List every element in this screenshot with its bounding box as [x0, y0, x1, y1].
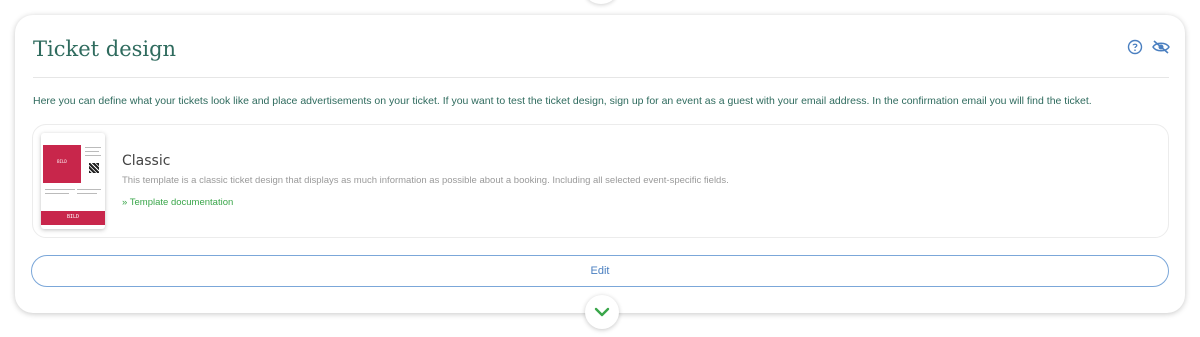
chevron-down-icon [594, 307, 610, 317]
template-card-classic[interactable]: BILD BILD Classic This template is a cla… [32, 124, 1169, 238]
expand-button[interactable] [585, 295, 619, 329]
thumbnail-top-text: BILD [57, 159, 67, 164]
ticket-design-card: Ticket design Here you can define what y… [15, 15, 1185, 313]
template-description: This template is a classic ticket design… [122, 175, 729, 186]
thumbnail-bottom-text: BILD [66, 214, 80, 220]
template-name: Classic [122, 153, 171, 169]
edit-button[interactable]: Edit [31, 255, 1169, 287]
header-divider [33, 77, 1169, 78]
template-documentation-link[interactable]: » Template documentation [122, 197, 233, 208]
eye-off-icon[interactable] [1151, 39, 1171, 55]
section-title: Ticket design [33, 37, 177, 61]
help-circle-icon[interactable] [1127, 39, 1143, 55]
top-connector-knob [586, 0, 616, 4]
section-description: Here you can define what your tickets lo… [33, 95, 1092, 107]
header-icons [1127, 39, 1171, 55]
ticket-thumbnail: BILD BILD [41, 133, 105, 229]
